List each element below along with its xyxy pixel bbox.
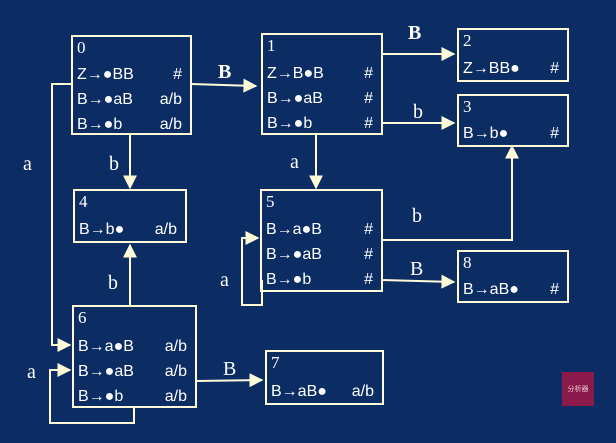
item-production: B→●b [78, 388, 124, 405]
state-7: 7 B→aB● a/b [265, 350, 384, 405]
item-production: B→aB● [463, 281, 519, 298]
analyzer-nav-label: 分析器 [567, 385, 589, 393]
item-production: B→b● [79, 221, 125, 238]
state-number: 8 [463, 253, 472, 272]
item-lookahead: # [364, 221, 373, 238]
item-row: B→●b a/b [77, 114, 182, 136]
item-production: B→●aB [267, 90, 323, 107]
edge-label-6-4: b [108, 272, 118, 294]
item-lookahead: a/b [159, 116, 182, 133]
item-row: B→●b a/b [78, 386, 187, 408]
item-row: B→●b # [266, 269, 373, 291]
item-row: B→b● # [463, 123, 559, 145]
item-lookahead: # [550, 281, 559, 298]
item-row: Z→BB● # [463, 58, 559, 80]
item-lookahead: a/b [159, 91, 182, 108]
item-production: Z→●BB [77, 66, 134, 83]
item-production: B→a●B [78, 338, 134, 355]
state-number: 2 [463, 31, 472, 50]
item-lookahead: a/b [154, 221, 177, 238]
item-production: B→b● [463, 125, 509, 142]
edge-0-6 [51, 83, 72, 352]
state-8: 8 B→aB● # [457, 250, 569, 303]
edge-label-5-8: B [410, 258, 424, 280]
item-lookahead: # [550, 125, 559, 142]
state-number: 1 [267, 36, 276, 55]
item-row: B→aB● # [463, 279, 559, 301]
state-number: 4 [79, 192, 88, 211]
item-production: Z→BB● [463, 60, 520, 77]
item-lookahead: a/b [164, 338, 187, 355]
item-production: B→●b [77, 116, 123, 133]
item-row: B→a●B a/b [78, 336, 187, 358]
state-number: 6 [78, 308, 87, 327]
edge-5-3 [382, 144, 519, 241]
edge-label-1-2: B [408, 22, 422, 44]
item-row: Z→●BB # [77, 64, 182, 86]
item-lookahead: # [364, 115, 373, 132]
item-lookahead: a/b [351, 383, 374, 400]
item-row: B→●aB # [267, 88, 373, 110]
item-lookahead: a/b [164, 363, 187, 380]
item-row: B→●aB # [266, 244, 373, 266]
state-number: 0 [77, 38, 86, 57]
item-lookahead: # [364, 90, 373, 107]
item-row: B→a●B # [266, 219, 373, 241]
item-production: B→a●B [266, 221, 322, 238]
edge-label-6-6: a [27, 361, 36, 383]
state-number: 7 [271, 353, 280, 372]
item-lookahead: # [364, 271, 373, 288]
edge-label-5-5: a [220, 269, 229, 291]
item-lookahead: # [364, 246, 373, 263]
edge-label-1-5: a [290, 151, 299, 173]
edge-label-5-3: b [412, 205, 422, 227]
state-4: 4 B→b● a/b [73, 189, 187, 243]
state-6: 6 B→a●B a/b B→●aB a/b B→●b a/b [72, 305, 197, 408]
state-2: 2 Z→BB● # [457, 28, 569, 82]
state-3: 3 B→b● # [457, 94, 569, 147]
state-number: 5 [266, 192, 275, 211]
item-production: B→●aB [266, 246, 322, 263]
edge-5-8 [381, 274, 456, 289]
state-1: 1 Z→B●B # B→●aB # B→●b # [261, 33, 383, 135]
edge-label-0-6: a [23, 153, 32, 175]
item-lookahead: # [550, 60, 559, 77]
item-row: B→●aB a/b [77, 89, 182, 111]
item-production: B→aB● [271, 383, 327, 400]
state-0: 0 Z→●BB # B→●aB a/b B→●b a/b [71, 35, 192, 135]
edge-label-0-1: B [218, 61, 232, 83]
edge-5-5 [241, 231, 263, 306]
state-5: 5 B→a●B # B→●aB # B→●b # [260, 189, 383, 292]
item-row: B→●aB a/b [78, 361, 187, 383]
item-production: B→●b [267, 115, 313, 132]
edge-label-1-3: b [413, 101, 423, 123]
item-production: B→●b [266, 271, 312, 288]
edge-0-1 [190, 78, 258, 93]
item-lookahead: a/b [164, 388, 187, 405]
item-row: B→aB● a/b [271, 381, 374, 403]
item-row: B→●b # [267, 113, 373, 135]
state-number: 3 [463, 97, 472, 116]
item-row: B→b● a/b [79, 219, 177, 241]
edge-6-7 [195, 373, 264, 388]
item-lookahead: # [173, 66, 182, 83]
item-production: Z→B●B [267, 65, 324, 82]
item-lookahead: # [364, 65, 373, 82]
analyzer-nav-button[interactable]: 分析器 [562, 372, 594, 406]
item-production: B→●aB [78, 363, 134, 380]
edge-label-0-4: b [109, 153, 119, 175]
item-row: Z→B●B # [267, 63, 373, 85]
edge-label-6-7: B [223, 358, 237, 380]
item-production: B→●aB [77, 91, 133, 108]
